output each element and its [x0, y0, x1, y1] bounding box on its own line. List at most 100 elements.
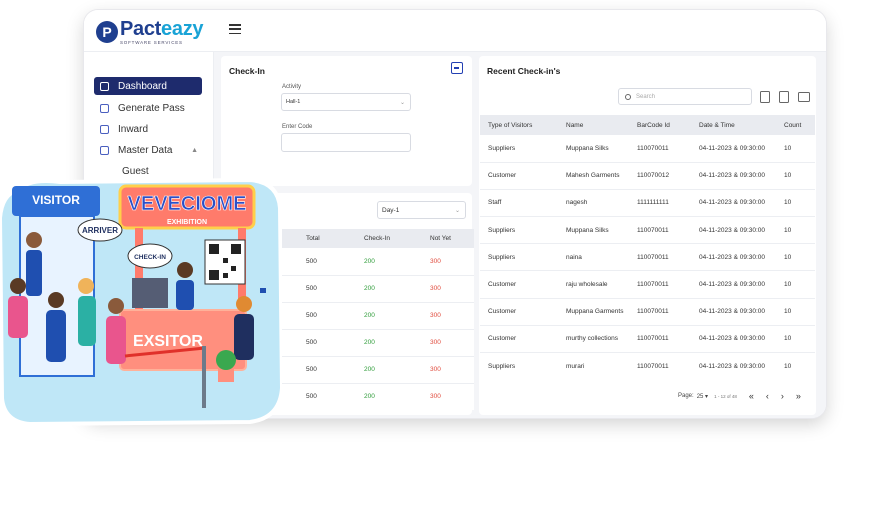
visitor-type-cell: Suppliers	[480, 135, 559, 163]
table-row: 500 200 300	[276, 248, 474, 276]
table-row[interactable]: Suppliers Muppana Silks 110070011 04-11-202…	[480, 135, 815, 163]
sidebar-item-inward[interactable]: Inward	[94, 120, 202, 138]
checkin-cell: 200	[338, 329, 404, 357]
stats-table: Total Check-In Not Yet 500 200 300 500 200 3…	[276, 229, 474, 410]
sidebar-item-generate-pass[interactable]: Generate Pass	[94, 99, 202, 117]
not-yet-cell: 300	[404, 275, 474, 303]
logo-mark-icon: P	[96, 21, 118, 43]
name-cell: Muppana Silks	[559, 135, 630, 163]
table-row[interactable]: Customer Muppana Garments 110070011 04-11-2…	[480, 298, 815, 326]
pass-icon	[100, 103, 109, 113]
column-header: Date & Time	[692, 115, 777, 135]
table-row: 500 200 300	[276, 329, 474, 357]
checkin-cell: 200	[338, 275, 404, 303]
sidebar-item-label: Master Data	[118, 144, 173, 156]
chevron-down-icon: ⌄	[399, 99, 405, 106]
total-cell: 500	[276, 302, 338, 330]
brand-tagline: SOFTWARE SERVICES	[120, 39, 183, 45]
activity-value: Hall-1	[286, 99, 301, 105]
pagination: Page: 25 ▾ 1 - 12 of 48 « ‹ › »	[678, 391, 801, 401]
not-yet-cell: 300	[404, 356, 474, 384]
code-input[interactable]	[281, 133, 411, 152]
column-header: Not Yet	[404, 229, 474, 248]
visitor-type-cell: Suppliers	[480, 352, 559, 380]
datetime-cell: 04-11-2023 & 09:30:00	[692, 270, 777, 299]
count-cell: 10	[777, 162, 815, 190]
datetime-cell: 04-11-2023 & 09:30:00	[692, 189, 777, 218]
table-row[interactable]: Suppliers murari 110070011 04-11-2023 & 09:…	[480, 352, 815, 380]
recent-checkins-table: Type of Visitors Name BarCode Id Date & …	[480, 115, 815, 380]
brand-logo[interactable]: P Pacteazy SOFTWARE SERVICES	[96, 17, 204, 46]
sidebar-item-dashboard[interactable]: Dashboard	[94, 77, 202, 95]
day-select[interactable]: Day-1 ⌄	[377, 201, 466, 219]
count-cell: 10	[777, 135, 815, 163]
arrows-icon	[260, 288, 266, 293]
first-page-icon[interactable]: «	[749, 391, 754, 401]
datetime-cell: 04-11-2023 & 09:30:00	[692, 162, 777, 190]
search-input[interactable]: Search	[618, 88, 752, 105]
stage: P Pacteazy SOFTWARE SERVICES Dashboard G…	[0, 0, 876, 510]
excel-export-icon[interactable]	[760, 91, 770, 103]
pdf-export-icon[interactable]	[779, 91, 789, 103]
welcome-desk-illustration: VISITOR VEVECIOME EXHIBITION ARRIVER CHE…	[0, 178, 282, 426]
brand-name: Pacteazy	[120, 17, 204, 40]
barcode-scan-icon[interactable]	[451, 62, 463, 74]
page-select[interactable]: 25 ▾	[697, 393, 708, 400]
top-bar: P Pacteazy SOFTWARE SERVICES	[84, 10, 826, 52]
total-cell: 500	[276, 356, 338, 384]
table-row[interactable]: Customer murthy collections 110070011 04-11…	[480, 325, 815, 354]
table-row: 500 200 300	[276, 383, 474, 410]
not-yet-cell: 300	[404, 248, 474, 276]
welcome-sign-text: VEVECIOME	[128, 193, 247, 215]
not-yet-cell: 300	[404, 329, 474, 357]
name-cell: Muppana Garments	[559, 298, 630, 326]
total-cell: 500	[276, 248, 338, 276]
code-label: Enter Code	[282, 124, 313, 130]
table-row: 500 200 300	[276, 302, 474, 330]
prev-page-icon[interactable]: ‹	[766, 391, 769, 401]
activity-select[interactable]: Hall-1 ⌄	[281, 93, 411, 111]
checkin-bubble-text: CHECK-IN	[134, 254, 166, 261]
datetime-cell: 04-11-2023 & 09:30:00	[692, 298, 777, 326]
count-cell: 10	[777, 243, 815, 272]
name-cell: murari	[559, 352, 630, 380]
not-yet-cell: 300	[404, 383, 474, 410]
name-cell: Muppana Silks	[559, 216, 630, 245]
table-row: 500 200 300	[276, 275, 474, 303]
sidebar-item-label: Inward	[118, 123, 149, 135]
table-row[interactable]: Suppliers Muppana Silks 110070011 04-11-202…	[480, 216, 815, 245]
count-cell: 10	[777, 270, 815, 299]
count-cell: 10	[777, 216, 815, 245]
queue-post	[202, 346, 206, 408]
table-row[interactable]: Customer raju wholesale 110070011 04-11-202…	[480, 270, 815, 299]
visitor-type-cell: Customer	[480, 270, 559, 299]
sidebar-item-label: Dashboard	[118, 80, 167, 92]
column-header: Total	[276, 229, 338, 248]
sidebar-item-master-data[interactable]: Master Data ▲	[94, 141, 202, 159]
datetime-cell: 04-11-2023 & 09:30:00	[692, 352, 777, 380]
name-cell: nagesh	[559, 189, 630, 218]
recent-table-body: Suppliers Muppana Silks 110070011 04-11-202…	[480, 135, 815, 380]
visitor-type-cell: Customer	[480, 162, 559, 190]
barcode-cell: 110070011	[630, 352, 692, 380]
page-label: Page:	[678, 393, 694, 399]
activity-label: Activity	[282, 84, 302, 90]
sidebar-subitem-guest[interactable]: Guest	[122, 166, 149, 177]
table-row[interactable]: Suppliers naina 110070011 04-11-2023 & 09:3…	[480, 243, 815, 272]
column-header: Type of Visitors	[480, 115, 559, 135]
table-row[interactable]: Customer Mahesh Garments 110070012 04-11-20…	[480, 162, 815, 190]
chevron-up-icon: ▲	[191, 146, 198, 154]
total-cell: 500	[276, 275, 338, 303]
hamburger-menu-icon[interactable]	[229, 24, 241, 34]
datetime-cell: 04-11-2023 & 09:30:00	[692, 243, 777, 272]
checkin-cell: 200	[338, 302, 404, 330]
table-row[interactable]: Staff nagesh 1111111111 04-11-2023 & 09:30:…	[480, 189, 815, 218]
next-page-icon[interactable]: ›	[781, 391, 784, 401]
day-value: Day-1	[382, 206, 400, 214]
checkin-cell: 200	[338, 356, 404, 384]
last-page-icon[interactable]: »	[796, 391, 801, 401]
master-data-icon	[100, 145, 109, 155]
print-icon[interactable]	[798, 92, 810, 102]
dashboard-icon	[100, 81, 109, 91]
name-cell: naina	[559, 243, 630, 272]
